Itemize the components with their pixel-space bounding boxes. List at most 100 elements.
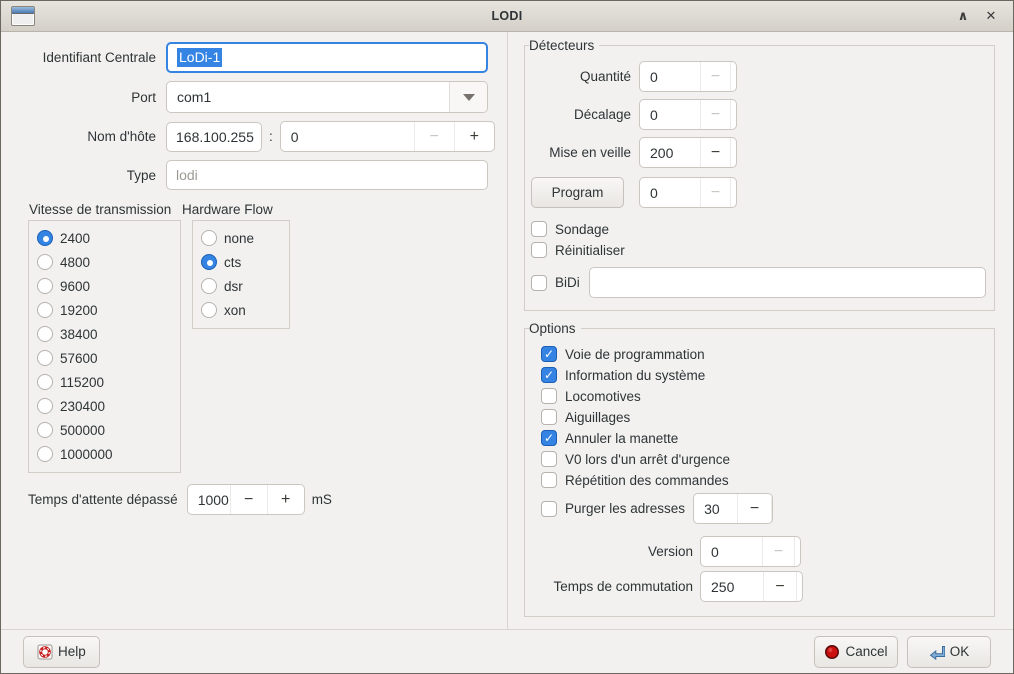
radio-option[interactable]: 19200: [37, 298, 172, 322]
increment-button[interactable]: +: [730, 100, 737, 129]
checkbox-icon[interactable]: [541, 501, 557, 517]
purge-addresses-row[interactable]: Purger les adresses 30 − +: [541, 493, 986, 524]
option-checkbox-row[interactable]: Locomotives: [541, 388, 986, 404]
radio-icon[interactable]: [37, 278, 53, 294]
radio-option[interactable]: 9600: [37, 274, 172, 298]
radio-icon[interactable]: [37, 422, 53, 438]
reinitialiser-checkbox-row[interactable]: Réinitialiser: [531, 242, 986, 258]
checkbox-icon[interactable]: [531, 275, 547, 291]
cancel-button[interactable]: Cancel: [814, 636, 898, 668]
checkbox-icon[interactable]: [541, 451, 557, 467]
right-panel: Détecteurs Quantité 0 − + Décalage 0 − +: [508, 32, 1013, 629]
decrement-button[interactable]: −: [762, 537, 794, 566]
option-checkbox-row[interactable]: Annuler la manette: [541, 430, 986, 446]
decrement-button[interactable]: −: [700, 178, 730, 207]
checkbox-icon[interactable]: [541, 388, 557, 404]
increment-button[interactable]: +: [794, 537, 801, 566]
central-id-label: Identifiant Centrale: [11, 50, 156, 65]
radio-icon[interactable]: [37, 398, 53, 414]
option-checkbox-row[interactable]: Répétition des commandes: [541, 472, 986, 488]
type-label: Type: [11, 168, 156, 183]
checkbox-icon[interactable]: [541, 367, 557, 383]
quantity-spinner[interactable]: 0 − +: [639, 61, 737, 92]
radio-icon[interactable]: [37, 302, 53, 318]
radio-option[interactable]: 500000: [37, 418, 172, 442]
host-port-separator: :: [269, 129, 273, 144]
radio-option[interactable]: 38400: [37, 322, 172, 346]
ok-button[interactable]: OK: [907, 636, 991, 668]
increment-button[interactable]: +: [730, 178, 737, 207]
standby-spinner[interactable]: 200 − +: [639, 137, 737, 168]
radio-option[interactable]: 1000000: [37, 442, 172, 466]
checkbox-icon[interactable]: [541, 346, 557, 362]
offset-label: Décalage: [531, 107, 631, 122]
checkbox-icon[interactable]: [531, 242, 547, 258]
port-combobox[interactable]: com1: [166, 81, 488, 113]
checkbox-icon[interactable]: [541, 430, 557, 446]
radio-icon[interactable]: [201, 278, 217, 294]
hostname-label: Nom d'hôte: [11, 129, 156, 144]
decrement-button[interactable]: −: [414, 122, 454, 151]
radio-icon[interactable]: [37, 350, 53, 366]
radio-icon[interactable]: [201, 230, 217, 246]
host-port-spinner[interactable]: 0 − +: [280, 121, 495, 152]
offset-spinner[interactable]: 0 − +: [639, 99, 737, 130]
close-window-button[interactable]: ✕: [979, 4, 1003, 28]
baud-rate-group: Vitesse de transmission 2400 4800 9600 1…: [28, 202, 181, 473]
radio-icon[interactable]: [37, 326, 53, 342]
decrement-button[interactable]: −: [737, 494, 771, 523]
timeout-label: Temps d'attente dépassé: [28, 492, 178, 507]
help-button[interactable]: Help: [23, 636, 100, 668]
checkbox-icon[interactable]: [541, 409, 557, 425]
radio-icon[interactable]: [37, 230, 53, 246]
sondage-checkbox-row[interactable]: Sondage: [531, 221, 986, 237]
decrement-button[interactable]: −: [700, 100, 730, 129]
option-checkbox-row[interactable]: V0 lors d'un arrêt d'urgence: [541, 451, 986, 467]
decrement-button[interactable]: −: [700, 62, 730, 91]
switch-time-spinner[interactable]: 250 − +: [700, 571, 803, 602]
decrement-button[interactable]: −: [700, 138, 730, 167]
increment-button[interactable]: +: [796, 572, 803, 601]
bidi-input-field[interactable]: [599, 275, 976, 291]
bidi-input[interactable]: [589, 267, 986, 298]
radio-icon[interactable]: [37, 446, 53, 462]
timeout-spinner[interactable]: 1000 − +: [187, 484, 305, 515]
radio-option[interactable]: 230400: [37, 394, 172, 418]
increment-button[interactable]: +: [730, 138, 737, 167]
bidi-checkbox-row[interactable]: BiDi: [531, 267, 986, 298]
decrement-button[interactable]: −: [763, 572, 796, 601]
increment-button[interactable]: +: [454, 122, 494, 151]
radio-option[interactable]: 57600: [37, 346, 172, 370]
program-button[interactable]: Program: [531, 177, 624, 208]
purge-addresses-spinner[interactable]: 30 − +: [693, 493, 773, 524]
option-checkbox-row[interactable]: Voie de programmation: [541, 346, 986, 362]
radio-option[interactable]: none: [201, 226, 281, 250]
type-input[interactable]: [166, 160, 488, 190]
type-input-field[interactable]: [176, 167, 478, 183]
radio-option[interactable]: 2400: [37, 226, 172, 250]
radio-icon[interactable]: [201, 302, 217, 318]
decrement-button[interactable]: −: [230, 485, 267, 514]
shade-window-button[interactable]: ∧: [951, 4, 975, 28]
radio-option[interactable]: dsr: [201, 274, 281, 298]
option-checkbox-row[interactable]: Aiguillages: [541, 409, 986, 425]
radio-option[interactable]: 4800: [37, 250, 172, 274]
radio-option[interactable]: xon: [201, 298, 281, 322]
radio-icon[interactable]: [201, 254, 217, 270]
titlebar[interactable]: LODI ∧ ✕: [1, 1, 1013, 32]
hostname-input[interactable]: 168.100.255: [166, 122, 262, 152]
increment-button[interactable]: +: [267, 485, 304, 514]
central-id-input[interactable]: LoDi-1: [166, 42, 488, 73]
checkbox-icon[interactable]: [541, 472, 557, 488]
option-checkbox-row[interactable]: Information du système: [541, 367, 986, 383]
version-spinner[interactable]: 0 − +: [700, 536, 801, 567]
radio-option[interactable]: 115200: [37, 370, 172, 394]
radio-option[interactable]: cts: [201, 250, 281, 274]
program-spinner[interactable]: 0 − +: [639, 177, 737, 208]
increment-button[interactable]: +: [771, 494, 773, 523]
radio-icon[interactable]: [37, 254, 53, 270]
radio-icon[interactable]: [37, 374, 53, 390]
increment-button[interactable]: +: [730, 62, 737, 91]
checkbox-icon[interactable]: [531, 221, 547, 237]
port-dropdown-button[interactable]: [449, 82, 487, 112]
